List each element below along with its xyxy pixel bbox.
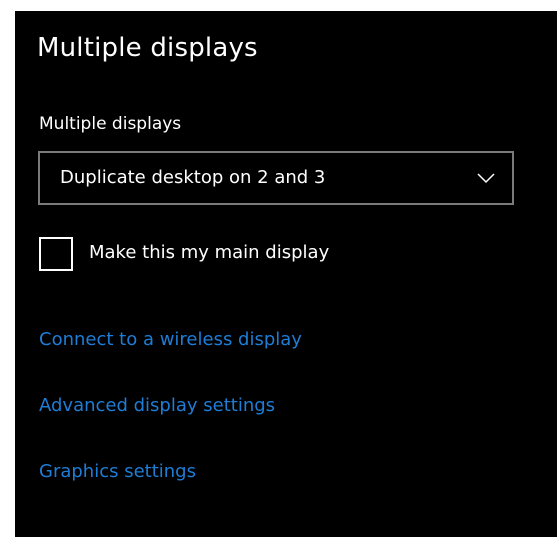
main-display-checkbox-label: Make this my main display: [89, 242, 330, 263]
chevron-down-icon: [476, 168, 496, 188]
multiple-displays-label: Multiple displays: [39, 114, 182, 134]
multiple-displays-panel: Multiple displays Multiple displays Dupl…: [15, 11, 557, 537]
dropdown-selected-value: Duplicate desktop on 2 and 3: [60, 167, 326, 188]
main-display-checkbox[interactable]: [39, 237, 73, 271]
section-title: Multiple displays: [37, 33, 258, 63]
advanced-display-settings-link[interactable]: Advanced display settings: [39, 395, 275, 416]
multiple-displays-dropdown[interactable]: Duplicate desktop on 2 and 3: [38, 151, 514, 205]
graphics-settings-link[interactable]: Graphics settings: [39, 461, 196, 482]
connect-wireless-display-link[interactable]: Connect to a wireless display: [39, 329, 302, 350]
